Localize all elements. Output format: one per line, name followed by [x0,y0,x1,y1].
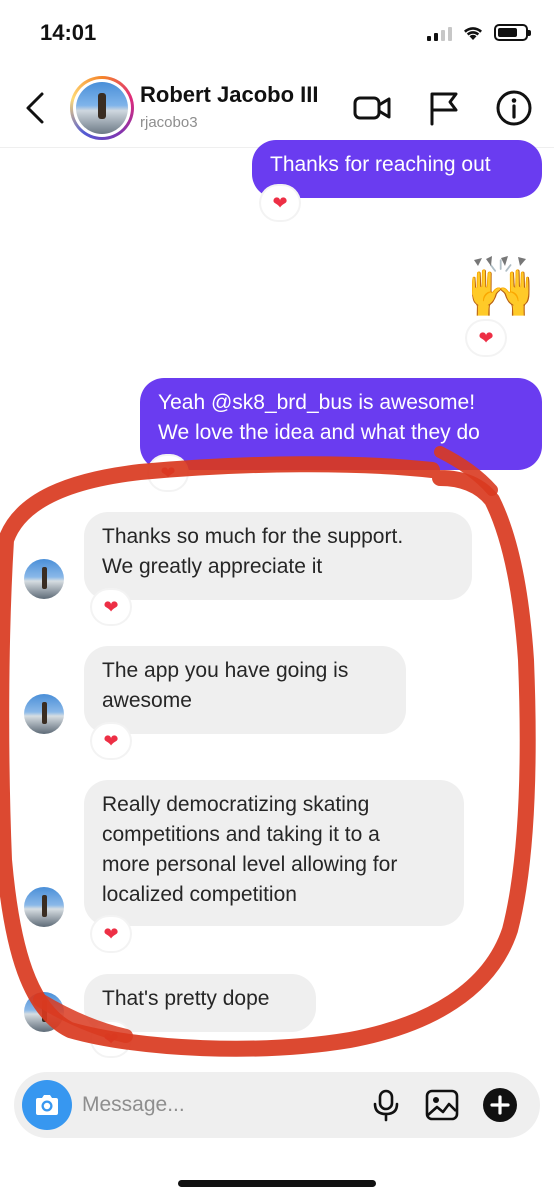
sparkle-lines-icon [474,256,526,266]
contact-avatar[interactable] [70,76,134,140]
flag-icon[interactable] [424,88,464,128]
heart-icon[interactable]: ❤ [92,1022,130,1056]
gallery-icon[interactable] [424,1087,460,1123]
heart-icon[interactable]: ❤ [92,590,130,624]
avatar-image [76,82,128,134]
heart-icon[interactable]: ❤ [149,456,187,490]
sent-message[interactable]: Thanks for reaching out [252,140,542,198]
received-message[interactable]: Thanks so much for the support. We great… [84,512,472,600]
received-message[interactable]: Really democratizing skating competition… [84,780,464,926]
message-input[interactable] [82,1088,352,1122]
status-time: 14:01 [40,20,97,45]
heart-icon[interactable]: ❤ [92,724,130,758]
camera-icon[interactable] [22,1080,72,1130]
contact-username[interactable]: rjacobo3 [140,114,198,131]
chevron-left-icon[interactable] [20,86,52,130]
heart-icon[interactable]: ❤ [261,186,299,220]
status-bar: 14:01 [0,0,554,68]
battery-icon [494,24,531,41]
chat-header: Robert Jacobo III rjacobo3 [0,68,554,148]
home-indicator[interactable] [178,1180,376,1187]
message-composer [14,1072,540,1138]
video-camera-icon[interactable] [352,88,392,128]
avatar[interactable] [24,887,64,927]
received-message[interactable]: The app you have going is awesome [84,646,406,734]
avatar[interactable] [24,559,64,599]
avatar[interactable] [24,992,64,1032]
info-icon[interactable] [494,88,534,128]
contact-name[interactable]: Robert Jacobo III [140,82,318,108]
avatar[interactable] [24,694,64,734]
sent-message[interactable]: Yeah @sk8_brd_bus is awesome! We love th… [140,378,542,470]
status-icons [427,24,531,41]
plus-icon[interactable] [482,1087,518,1123]
cellular-signal-icon [427,25,452,41]
microphone-icon[interactable] [368,1087,404,1123]
heart-icon[interactable]: ❤ [467,321,505,355]
heart-icon[interactable]: ❤ [92,917,130,951]
wifi-icon [464,26,482,40]
